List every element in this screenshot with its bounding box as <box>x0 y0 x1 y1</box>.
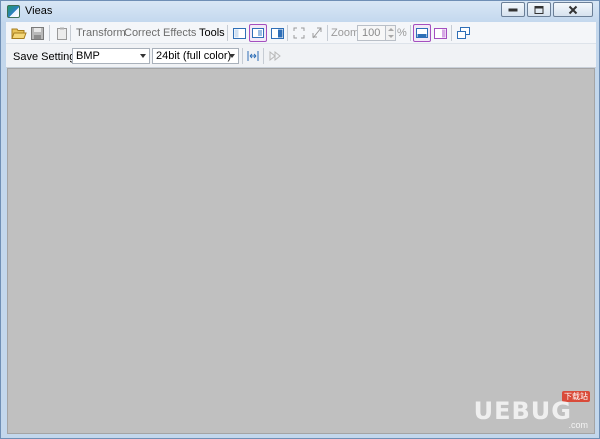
menu-tools[interactable]: Tools <box>199 27 225 39</box>
toolbar-separator <box>451 25 452 41</box>
watermark-brand: UEBUG <box>473 397 572 425</box>
image-canvas[interactable]: 下载站 UEBUG .com <box>7 68 595 434</box>
right-pane-icon <box>270 27 284 39</box>
split-pane-icon <box>252 28 264 38</box>
open-button[interactable] <box>10 24 28 42</box>
panel-bottom-button[interactable] <box>413 24 431 42</box>
view-right-button[interactable] <box>268 24 286 42</box>
panel-side-icon <box>433 27 447 39</box>
panel-side-button[interactable] <box>431 24 449 42</box>
single-pane-icon <box>232 27 246 39</box>
folder-open-icon <box>11 28 27 39</box>
actual-size-icon <box>312 27 322 39</box>
close-icon <box>568 5 578 14</box>
chevron-down-icon <box>140 54 146 58</box>
save-icon <box>30 26 44 40</box>
toolbar-separator <box>70 25 71 41</box>
toolbar-separator <box>287 25 288 41</box>
zoom-stepper[interactable] <box>385 25 396 41</box>
panel-bottom-icon <box>416 28 428 38</box>
forward-button[interactable] <box>266 47 284 65</box>
view-single-button[interactable] <box>230 24 248 42</box>
toolbar-separator <box>227 25 228 41</box>
fit-window-icon <box>293 27 305 39</box>
toolbar-separator <box>242 48 243 64</box>
toolbar-separator <box>49 25 50 41</box>
main-toolbar: Transform Correct Effects Tools Zoom 100… <box>6 22 596 44</box>
watermark-domain: .com <box>568 420 588 430</box>
fast-forward-icon <box>269 51 281 61</box>
format-select-value: BMP <box>76 50 100 62</box>
app-window: Vieas Transform Correct Effects Tools Zo… <box>0 0 600 439</box>
toolbar-separator <box>410 25 411 41</box>
minimize-button[interactable] <box>501 2 525 17</box>
view-split-button[interactable] <box>249 24 267 42</box>
minimize-icon <box>508 8 518 11</box>
toolbar-separator <box>263 48 264 64</box>
save-settings-label: Save Settings <box>13 51 81 63</box>
clipboard-icon <box>57 27 67 40</box>
caption-buttons <box>499 2 593 17</box>
chevron-down-icon <box>229 54 235 58</box>
window-title: Vieas <box>25 5 53 17</box>
format-select[interactable]: BMP <box>72 48 150 64</box>
bit-depth-select[interactable]: 24bit (full color) <box>152 48 239 64</box>
actual-size-button[interactable] <box>308 24 326 42</box>
fit-width-button[interactable] <box>244 47 262 65</box>
window-mode-button[interactable] <box>454 24 472 42</box>
fit-window-button[interactable] <box>290 24 308 42</box>
title-bar[interactable]: Vieas <box>1 1 599 22</box>
toolbar-separator <box>327 25 328 41</box>
app-logo-icon <box>7 5 20 18</box>
save-button[interactable] <box>28 24 46 42</box>
zoom-label: Zoom <box>331 27 360 39</box>
menu-correct[interactable]: Correct <box>124 27 160 39</box>
fit-width-icon <box>247 51 259 61</box>
close-button[interactable] <box>553 2 593 17</box>
menu-transform[interactable]: Transform <box>76 27 126 39</box>
cascade-windows-icon <box>456 27 470 39</box>
bit-depth-select-value: 24bit (full color) <box>156 50 232 62</box>
zoom-percent-label: % <box>397 27 407 39</box>
save-settings-bar: Save Settings BMP 24bit (full color) <box>6 44 596 68</box>
clipboard-button[interactable] <box>53 24 71 42</box>
menu-effects[interactable]: Effects <box>163 27 196 39</box>
maximize-button[interactable] <box>527 2 551 17</box>
maximize-icon <box>534 5 544 14</box>
